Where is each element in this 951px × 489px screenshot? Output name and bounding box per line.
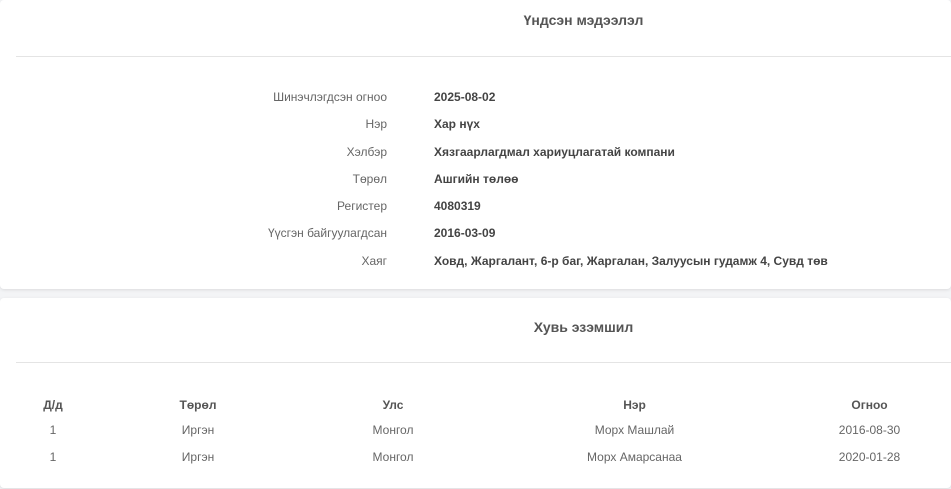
cell-type: Иргэн <box>181 422 215 437</box>
info-row-register: Регистер 4080319 <box>0 197 951 224</box>
info-row-name: Нэр Хар нүх <box>0 115 951 142</box>
info-label: Шинэчлэгдсэн огноо <box>273 90 387 104</box>
info-label: Үүсгэн байгуулагдсан <box>267 226 387 241</box>
info-row-address: Хаяг Ховд, Жаргалант, 6-р баг, Жаргалан,… <box>0 252 951 279</box>
column-header-index: Д/д <box>43 398 63 412</box>
cell-type: Иргэн <box>181 449 215 464</box>
cell-date: 2020-01-28 <box>838 449 901 464</box>
table-row: 1 Иргэн Монгол Морх Амарсанаа 2020-01-28 <box>18 443 948 470</box>
column-header-type: Төрөл <box>179 398 217 412</box>
ownership-title: Хувь эзэмшил <box>533 319 634 335</box>
info-value: 4080319 <box>434 199 481 214</box>
basic-info-card: Үндсэн мэдээлэл Шинэчлэгдсэн огноо 2025-… <box>0 0 951 289</box>
info-row-form: Хэлбэр Хязгаарлагдмал хариуцлагатай комп… <box>0 143 951 170</box>
cell-index: 1 <box>49 449 57 464</box>
info-label: Нэр <box>365 117 387 132</box>
cell-country: Монгол <box>372 449 414 464</box>
info-row-type: Төрөл Ашгийн төлөө <box>0 170 951 197</box>
info-value: Хязгаарлагдмал хариуцлагатай компани <box>434 144 675 159</box>
info-value: Хар нүх <box>434 117 480 132</box>
ownership-divider <box>16 362 951 363</box>
column-header-name: Нэр <box>623 398 646 412</box>
basic-info-divider <box>16 56 951 57</box>
ownership-table: Д/д Төрөл Улс Нэр Огноо 1 Иргэн Монгол М… <box>18 394 948 470</box>
cell-country: Монгол <box>372 422 414 437</box>
basic-info-title: Үндсэн мэдээлэл <box>523 12 644 28</box>
info-value: Ашгийн төлөө <box>434 171 519 186</box>
info-value: Ховд, Жаргалант, 6-р баг, Жаргалан, Залу… <box>434 253 828 268</box>
cell-index: 1 <box>49 422 57 437</box>
cell-date: 2016-08-30 <box>838 422 901 437</box>
table-header-row: Д/д Төрөл Улс Нэр Огноо <box>18 394 948 416</box>
column-header-country: Улс <box>382 398 404 412</box>
cell-name: Морх Машлай <box>594 422 675 437</box>
info-row-updated-date: Шинэчлэгдсэн огноо 2025-08-02 <box>0 88 951 115</box>
table-row: 1 Иргэн Монгол Морх Машлай 2016-08-30 <box>18 416 948 443</box>
info-label: Хэлбэр <box>346 144 387 159</box>
basic-info-list: Шинэчлэгдсэн огноо 2025-08-02 Нэр Хар нү… <box>0 88 951 279</box>
info-label: Регистер <box>337 199 387 214</box>
info-value: 2016-03-09 <box>434 226 496 241</box>
ownership-card: Хувь эзэмшил Д/д Төрөл Улс Нэр Огноо 1 И… <box>0 298 951 488</box>
info-label: Төрөл <box>352 171 387 186</box>
cell-name: Морх Амарсанаа <box>587 449 682 464</box>
info-label: Хаяг <box>361 253 387 268</box>
column-header-date: Огноо <box>851 398 888 412</box>
info-value: 2025-08-02 <box>434 90 496 104</box>
info-row-founded: Үүсгэн байгуулагдсан 2016-03-09 <box>0 224 951 251</box>
